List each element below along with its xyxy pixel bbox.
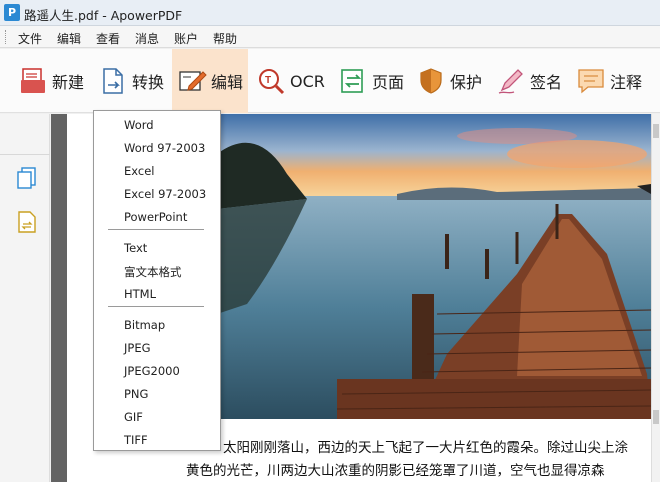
title-bar: P 路遥人生.pdf - ApowerPDF	[0, 0, 660, 26]
menu-account[interactable]: 账户	[174, 30, 198, 47]
thumbnails-icon[interactable]	[16, 166, 38, 194]
convert-text[interactable]: Text	[124, 241, 147, 255]
sign-button[interactable]: 签名	[496, 49, 562, 113]
shield-icon	[416, 66, 446, 96]
page-button-label: 页面	[372, 73, 405, 92]
convert-html[interactable]: HTML	[124, 287, 156, 301]
vertical-scrollbar[interactable]	[651, 114, 660, 482]
ocr-icon: T	[256, 66, 286, 96]
convert-button-label: 转换	[132, 73, 165, 92]
svg-text:T: T	[265, 75, 271, 86]
new-button[interactable]: 新建	[18, 49, 84, 113]
ocr-button[interactable]: T OCR	[256, 49, 325, 113]
scrollbar-up-arrow[interactable]	[653, 124, 659, 138]
sign-button-label: 签名	[530, 73, 563, 92]
comment-icon	[576, 66, 606, 96]
document-text-line-2: 黄色的光芒，川两边大山浓重的阴影已经笼罩了川道，空气也显得凉森	[186, 463, 605, 479]
toolbar: 新建 转换 编辑 T OCR 页面 保护 签名 注释	[0, 49, 660, 113]
lake-pier-photo	[217, 114, 651, 419]
menu-separator	[108, 229, 204, 230]
menu-message[interactable]: 消息	[135, 30, 159, 47]
convert-jpeg[interactable]: JPEG	[124, 341, 151, 355]
convert-jpeg2000[interactable]: JPEG2000	[124, 364, 180, 378]
convert-icon	[98, 66, 128, 96]
protect-button-label: 保护	[450, 73, 483, 92]
edit-icon	[177, 66, 207, 96]
convert-powerpoint[interactable]: PowerPoint	[124, 210, 187, 224]
attachments-icon[interactable]	[16, 210, 38, 238]
convert-dropdown-menu: Word Word 97-2003 Excel Excel 97-2003 Po…	[93, 110, 221, 451]
convert-button[interactable]: 转换	[98, 49, 164, 113]
app-logo-icon: P	[4, 4, 20, 21]
page-icon	[338, 66, 368, 96]
comment-button-label: 注释	[610, 73, 643, 92]
convert-word-97-2003[interactable]: Word 97-2003	[124, 141, 205, 155]
menu-separator	[108, 306, 204, 307]
window-title: 路遥人生.pdf - ApowerPDF	[24, 8, 183, 23]
menu-view[interactable]: 查看	[96, 30, 120, 47]
convert-tiff[interactable]: TIFF	[124, 433, 148, 447]
ocr-button-label: OCR	[290, 71, 325, 91]
left-panel-divider	[0, 154, 50, 155]
document-text-line-1: 太阳刚刚落山，西边的天上飞起了一大片红色的霞朵。除过山尖上涂	[223, 440, 628, 456]
convert-rich-text[interactable]: 富文本格式	[124, 264, 182, 280]
protect-button[interactable]: 保护	[416, 49, 482, 113]
menu-edit[interactable]: 编辑	[57, 30, 81, 47]
convert-bitmap[interactable]: Bitmap	[124, 318, 165, 332]
menu-bar: 文件 编辑 查看 消息 账户 帮助	[0, 26, 660, 48]
convert-excel[interactable]: Excel	[124, 164, 154, 178]
menu-help[interactable]: 帮助	[213, 30, 237, 47]
convert-png[interactable]: PNG	[124, 387, 148, 401]
edit-button-label: 编辑	[211, 73, 244, 92]
convert-gif[interactable]: GIF	[124, 410, 143, 424]
page-button[interactable]: 页面	[338, 49, 404, 113]
new-file-icon	[18, 66, 48, 96]
convert-word[interactable]: Word	[124, 118, 154, 132]
scrollbar-down-arrow[interactable]	[653, 410, 659, 424]
pen-icon	[496, 66, 526, 96]
menu-file[interactable]: 文件	[18, 30, 42, 47]
convert-excel-97-2003[interactable]: Excel 97-2003	[124, 187, 206, 201]
edit-button[interactable]: 编辑	[172, 49, 248, 113]
new-button-label: 新建	[52, 73, 85, 92]
comment-button[interactable]: 注释	[576, 49, 642, 113]
menu-grip	[5, 30, 7, 44]
left-panel	[0, 114, 50, 482]
